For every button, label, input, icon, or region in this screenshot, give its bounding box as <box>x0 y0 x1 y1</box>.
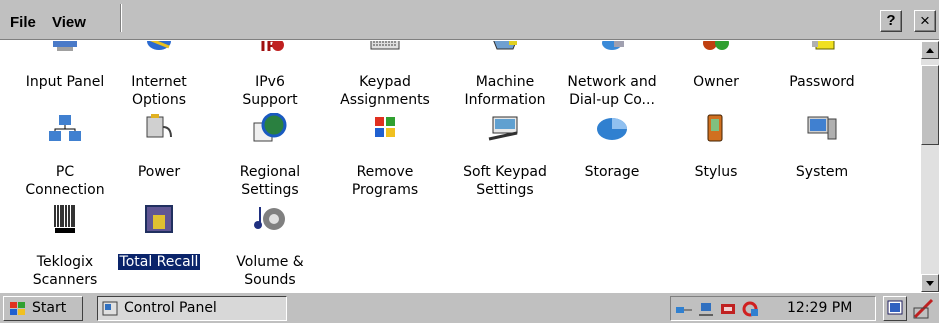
network-tray-icon[interactable] <box>675 301 693 317</box>
pencil-icon <box>913 298 934 319</box>
control-panel-icon <box>102 301 118 316</box>
regional-settings-icon <box>253 113 287 142</box>
item-label: Soft Keypad Settings <box>463 164 547 198</box>
help-button[interactable]: ? <box>880 10 902 32</box>
password-icon <box>812 41 835 50</box>
task-label: Control Panel <box>124 300 217 316</box>
item-label: Owner <box>693 74 739 90</box>
start-label: Start <box>32 300 67 316</box>
item-label: System <box>795 164 849 180</box>
item-label: Remove Programs <box>351 164 419 198</box>
item-label: IPv6 Support <box>242 74 298 108</box>
total-recall-icon <box>145 205 173 233</box>
desktop-button[interactable] <box>883 296 907 321</box>
pc-connection-icon <box>49 115 81 141</box>
menu-bar: File View ? × <box>0 0 939 40</box>
internet-options-icon <box>147 41 171 50</box>
item-label-selected: Total Recall <box>116 253 202 271</box>
item-label: Regional Settings <box>239 164 301 198</box>
item-label: Stylus <box>694 164 738 180</box>
scrollbar-thumb[interactable] <box>921 65 939 145</box>
menu-separator <box>120 4 122 32</box>
windows-flag-icon <box>10 302 25 315</box>
desktop-icon <box>887 300 903 315</box>
item-label: Keypad Assignments <box>340 74 430 108</box>
system-tray: 12:29 PM <box>670 296 876 321</box>
stylus-icon <box>707 114 723 142</box>
barcode-icon <box>54 205 75 233</box>
remove-programs-icon <box>375 117 395 137</box>
owner-icon <box>703 41 729 50</box>
arrow-up-icon <box>926 48 934 53</box>
scanner-tray-icon[interactable] <box>719 301 737 317</box>
control-panel-items: Input Panel Internet Options IP IPv6 Sup… <box>0 41 921 292</box>
item-label: Internet Options <box>131 74 187 108</box>
close-button[interactable]: × <box>914 10 936 32</box>
item-label: Storage <box>584 164 640 180</box>
input-panel-button[interactable] <box>912 296 936 321</box>
machine-info-icon <box>493 41 517 50</box>
taskbar-control-panel[interactable]: Control Panel <box>97 296 287 321</box>
soft-keypad-icon <box>488 116 518 141</box>
power-icon <box>146 114 172 138</box>
arrow-down-icon <box>926 281 934 286</box>
taskbar: Start Control Panel 12:29 PM <box>0 292 939 323</box>
input-panel-icon <box>53 41 77 51</box>
network-icon <box>602 41 624 50</box>
sync-tray-icon[interactable] <box>741 301 759 317</box>
start-button[interactable]: Start <box>3 296 83 321</box>
menu-view[interactable]: View <box>52 14 86 31</box>
vertical-scrollbar[interactable] <box>921 41 939 292</box>
volume-icon <box>254 207 285 230</box>
storage-icon <box>597 118 627 140</box>
ipv6-icon: IP <box>260 41 284 55</box>
menu-file[interactable]: File <box>10 14 36 31</box>
item-label: Volume & Sounds <box>236 254 304 288</box>
item-label: Network and Dial-up Co... <box>567 74 657 108</box>
item-label: Power <box>137 164 181 180</box>
keypad-icon <box>370 41 400 50</box>
scroll-up-button[interactable] <box>921 41 939 59</box>
system-icon <box>807 116 837 140</box>
item-label: Password <box>789 74 855 90</box>
scroll-down-button[interactable] <box>921 274 939 292</box>
item-label: Machine Information <box>464 74 546 108</box>
clock[interactable]: 12:29 PM <box>787 300 852 316</box>
connection-tray-icon[interactable] <box>697 301 715 317</box>
